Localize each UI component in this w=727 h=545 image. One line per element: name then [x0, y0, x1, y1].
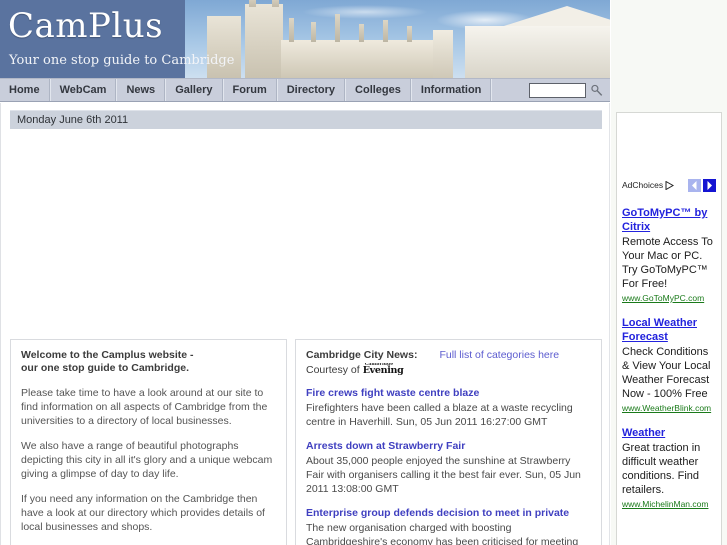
chapel-tower-secondary [207, 16, 241, 78]
news-courtesy-label: Courtesy of [306, 363, 360, 376]
news-story-body: Firefighters have been called a blaze at… [306, 402, 573, 428]
news-story-title[interactable]: Arrests down at Strawberry Fair [306, 440, 591, 453]
chimney-stack [433, 30, 453, 78]
adchoices-label-group[interactable]: AdChoices [622, 180, 675, 190]
nav-item-home[interactable]: Home [0, 79, 50, 101]
welcome-title-line1: Welcome to the Camplus website - [21, 349, 194, 361]
nav-item-webcam[interactable]: WebCam [49, 79, 117, 101]
cambridge-evening-news-logo: Cambridge Evening News [363, 363, 421, 376]
nav-item-information[interactable]: Information [410, 79, 492, 101]
senate-house-facade [465, 26, 610, 78]
ad-url[interactable]: www.GoToMyPC.com [622, 292, 716, 304]
welcome-panel: Welcome to the Camplus website - our one… [10, 339, 287, 545]
content-area: Monday June 6th 2011 Welcome to the Camp… [0, 103, 610, 545]
ad-carousel-controls [688, 178, 716, 192]
pinnacle-icon [383, 20, 388, 42]
site-brand: CamPlus [8, 6, 164, 46]
news-panel: Cambridge City News: Full list of catego… [295, 339, 602, 545]
lower-panels: Welcome to the Camplus website - our one… [10, 339, 602, 545]
news-header: Cambridge City News: Full list of catego… [306, 349, 591, 361]
nav-item-news[interactable]: News [116, 79, 166, 101]
chapel-tower-main [245, 0, 283, 78]
pinnacle-icon [289, 18, 294, 42]
welcome-paragraph: If you need any information on the Cambr… [21, 493, 265, 533]
ad-next-arrow-icon[interactable] [703, 178, 716, 192]
news-story: Fire crews fight waste centre blaze Fire… [306, 387, 591, 429]
ad-url[interactable]: www.WeatherBlink.com [622, 402, 716, 414]
nav-item-colleges[interactable]: Colleges [345, 79, 411, 101]
ad-container: AdChoices GoToMyPC™ by Citrix Remote Acc… [616, 112, 722, 545]
nav-spacer [491, 79, 525, 101]
ad-prev-arrow-icon[interactable] [688, 178, 701, 192]
news-courtesy: Courtesy of Cambridge Evening News [306, 363, 591, 376]
welcome-paragraph: Please take time to have a look around a… [21, 387, 268, 427]
news-story-body: The new organisation charged with boosti… [306, 522, 579, 545]
ad-description: Great traction in difficult weather cond… [622, 442, 701, 496]
pinnacle-icon [311, 22, 316, 42]
ad-unit: Local Weather Forecast Check Conditions … [622, 316, 716, 414]
site-tagline: Your one stop guide to Cambridge [9, 53, 235, 68]
adchoices-row: AdChoices [622, 176, 716, 194]
main-navigation: Home WebCam News Gallery Forum Directory… [0, 78, 610, 102]
adchoices-label: AdChoices [622, 180, 664, 190]
ad-rail: AdChoices GoToMyPC™ by Citrix Remote Acc… [611, 0, 727, 545]
welcome-paragraph: We also have a range of beautiful photog… [21, 440, 273, 480]
chapel-wall [281, 40, 441, 78]
news-story-body: About 35,000 people enjoyed the sunshine… [306, 455, 581, 495]
news-story-title[interactable]: Enterprise group defends decision to mee… [306, 507, 591, 520]
search-input[interactable] [529, 82, 586, 98]
news-categories-link[interactable]: Full list of categories here [439, 349, 559, 361]
cen-logo-main-text: Evening News [362, 365, 404, 376]
search-icon[interactable] [590, 83, 604, 98]
pinnacle-icon [407, 26, 412, 42]
ad-description: Remote Access To Your Mac or PC. Try GoT… [622, 236, 713, 290]
ad-unit: GoToMyPC™ by Citrix Remote Access To You… [622, 206, 716, 304]
page-root: CamPlus Your one stop guide to Cambridge… [0, 0, 727, 545]
adchoices-triangle-icon[interactable] [665, 180, 675, 190]
pinnacle-icon [335, 14, 340, 42]
welcome-title-line2: our one stop guide to Cambridge. [21, 362, 189, 374]
ad-url[interactable]: www.MichelinMan.com [622, 498, 716, 510]
pinnacle-icon [359, 24, 364, 42]
news-heading: Cambridge City News: [306, 349, 418, 361]
news-story: Enterprise group defends decision to mee… [306, 507, 591, 545]
news-story-title[interactable]: Fire crews fight waste centre blaze [306, 387, 591, 400]
news-story: Arrests down at Strawberry Fair About 35… [306, 440, 591, 496]
nav-item-directory[interactable]: Directory [276, 79, 346, 101]
date-bar: Monday June 6th 2011 [10, 110, 602, 129]
feature-stage [10, 129, 602, 336]
ad-unit: Weather Great traction in difficult weat… [622, 426, 716, 510]
nav-search-group [525, 79, 610, 101]
ad-description: Check Conditions & View Your Local Weath… [622, 346, 711, 400]
nav-item-gallery[interactable]: Gallery [165, 79, 223, 101]
kings-college-chapel-photo [185, 0, 610, 78]
ad-title[interactable]: Local Weather Forecast [622, 316, 716, 344]
welcome-title: Welcome to the Camplus website - our one… [21, 349, 276, 375]
site-header: CamPlus Your one stop guide to Cambridge [0, 0, 610, 78]
ad-title[interactable]: Weather [622, 426, 716, 440]
nav-item-forum[interactable]: Forum [222, 79, 277, 101]
ad-title[interactable]: GoToMyPC™ by Citrix [622, 206, 716, 234]
